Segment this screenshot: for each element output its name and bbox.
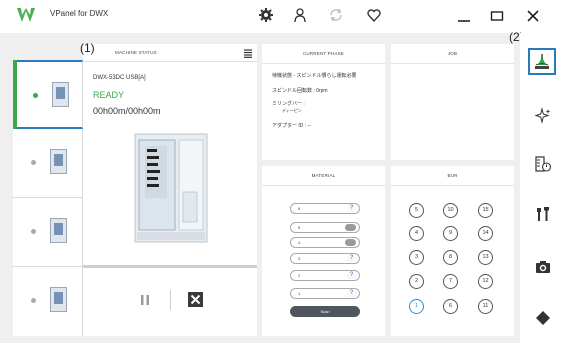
machine-item-2[interactable] xyxy=(13,129,83,198)
machine-timer: 00h00m/00h00m xyxy=(93,106,161,116)
machine-status-panel: MACHINE STATUS DWX-53DC USB[A] READY 00h… xyxy=(83,44,257,336)
bur-slot-12[interactable]: 12 xyxy=(478,274,493,289)
machine-model: DWX-53DC USB[A] xyxy=(93,75,146,81)
scan-button[interactable]: Scan xyxy=(290,306,360,317)
material-slot-3[interactable]: 3 ? xyxy=(290,253,360,264)
machine-status-title: MACHINE STATUS xyxy=(115,50,157,55)
machine-image xyxy=(134,133,208,243)
gear-icon[interactable] xyxy=(257,6,275,24)
title-bar: VPanel for DWX xyxy=(0,0,566,33)
bur-slot-13[interactable]: 13 xyxy=(478,250,493,265)
machine-item-4[interactable] xyxy=(13,267,83,336)
callout-1: (1) xyxy=(80,41,95,55)
job-panel: JOB xyxy=(391,44,514,160)
slot-number: 6 xyxy=(298,206,301,211)
machine-list xyxy=(13,60,83,336)
machine-status-header: MACHINE STATUS xyxy=(83,44,257,62)
bur-slot-2[interactable]: 2 xyxy=(409,274,424,289)
material-panel: MATERIAL 6 ? 5 4 3 ? 2 ? 1 ? Scan xyxy=(262,166,385,336)
status-dot xyxy=(31,229,36,234)
unknown-material-icon: ? xyxy=(347,255,356,262)
diamond-icon[interactable] xyxy=(533,308,553,328)
slot-number: 2 xyxy=(298,273,301,278)
machine-item-3[interactable] xyxy=(13,198,83,267)
job-progress-bar xyxy=(83,265,257,268)
bur-slot-3[interactable]: 3 xyxy=(409,250,424,265)
pause-icon[interactable] xyxy=(139,294,151,306)
tools-icon[interactable] xyxy=(533,204,553,224)
maximize-icon[interactable] xyxy=(486,6,508,26)
machine-thumbnail xyxy=(50,287,67,312)
current-phase-title: CURRENT PHASE xyxy=(262,44,385,64)
material-loaded-icon xyxy=(345,224,356,231)
phase-line-3-sub: ディーピン xyxy=(282,108,302,113)
phase-line-2: スピンドル回転数 : 0rpm xyxy=(272,88,328,94)
unknown-material-icon: ? xyxy=(347,205,356,212)
bur-slot-6[interactable]: 6 xyxy=(443,299,458,314)
material-slot-1[interactable]: 1 ? xyxy=(290,288,360,299)
slot-number: 5 xyxy=(298,225,301,230)
phase-line-3: ミリングバー : xyxy=(272,101,305,107)
heart-icon[interactable] xyxy=(365,6,383,24)
status-dot xyxy=(31,160,36,165)
camera-icon[interactable] xyxy=(533,257,553,277)
status-dot xyxy=(31,298,36,303)
material-slot-5[interactable]: 5 xyxy=(290,222,360,233)
machine-thumbnail xyxy=(52,82,69,107)
stop-icon[interactable] xyxy=(188,292,203,307)
user-icon[interactable] xyxy=(291,6,309,24)
machine-thumbnail xyxy=(50,149,67,174)
status-dot xyxy=(33,93,38,98)
close-icon[interactable] xyxy=(522,6,544,26)
bur-slot-4[interactable]: 4 xyxy=(409,226,424,241)
control-divider xyxy=(170,290,171,310)
bur-slot-9[interactable]: 9 xyxy=(443,226,458,241)
material-slot-2[interactable]: 2 ? xyxy=(290,270,360,281)
calibration-icon[interactable] xyxy=(533,154,553,174)
bur-slot-15[interactable]: 15 xyxy=(478,203,493,218)
bur-panel: BUR 5 4 3 2 1 10 9 8 7 6 15 14 13 12 11 xyxy=(391,166,514,336)
menu-icon[interactable] xyxy=(243,48,253,58)
slot-number: 4 xyxy=(298,240,301,245)
sync-icon[interactable] xyxy=(327,6,345,24)
material-loaded-icon xyxy=(345,239,356,246)
bur-slot-11[interactable]: 11 xyxy=(478,299,493,314)
material-slot-6[interactable]: 6 ? xyxy=(290,203,360,214)
bur-slot-7[interactable]: 7 xyxy=(443,274,458,289)
bur-slot-10[interactable]: 10 xyxy=(443,203,458,218)
bur-slot-1[interactable]: 1 xyxy=(409,299,424,314)
bur-title: BUR xyxy=(391,166,514,186)
slot-number: 1 xyxy=(298,291,301,296)
milling-icon[interactable] xyxy=(528,48,556,75)
phase-line-1: 待機状態 - スピンドル慣らし運転必要 xyxy=(272,73,357,79)
bur-slot-14[interactable]: 14 xyxy=(478,226,493,241)
machine-state: READY xyxy=(93,90,125,100)
slot-number: 3 xyxy=(298,256,301,261)
app-title: VPanel for DWX xyxy=(50,9,109,18)
sparkle-icon[interactable] xyxy=(533,106,553,126)
material-slot-4[interactable]: 4 xyxy=(290,237,360,248)
unknown-material-icon: ? xyxy=(347,272,356,279)
bur-slot-5[interactable]: 5 xyxy=(409,203,424,218)
material-title: MATERIAL xyxy=(262,166,385,186)
machine-thumbnail xyxy=(50,218,67,243)
job-title: JOB xyxy=(391,44,514,64)
phase-line-4: アダプター ID : -- xyxy=(272,123,311,129)
unknown-material-icon: ? xyxy=(347,290,356,297)
machine-item-1[interactable] xyxy=(13,60,83,131)
minimize-icon[interactable] xyxy=(453,6,475,26)
vpanel-logo xyxy=(17,8,35,22)
bur-slot-8[interactable]: 8 xyxy=(443,250,458,265)
current-phase-panel: CURRENT PHASE 待機状態 - スピンドル慣らし運転必要 スピンドル回… xyxy=(262,44,385,160)
right-sidebar xyxy=(520,33,566,343)
